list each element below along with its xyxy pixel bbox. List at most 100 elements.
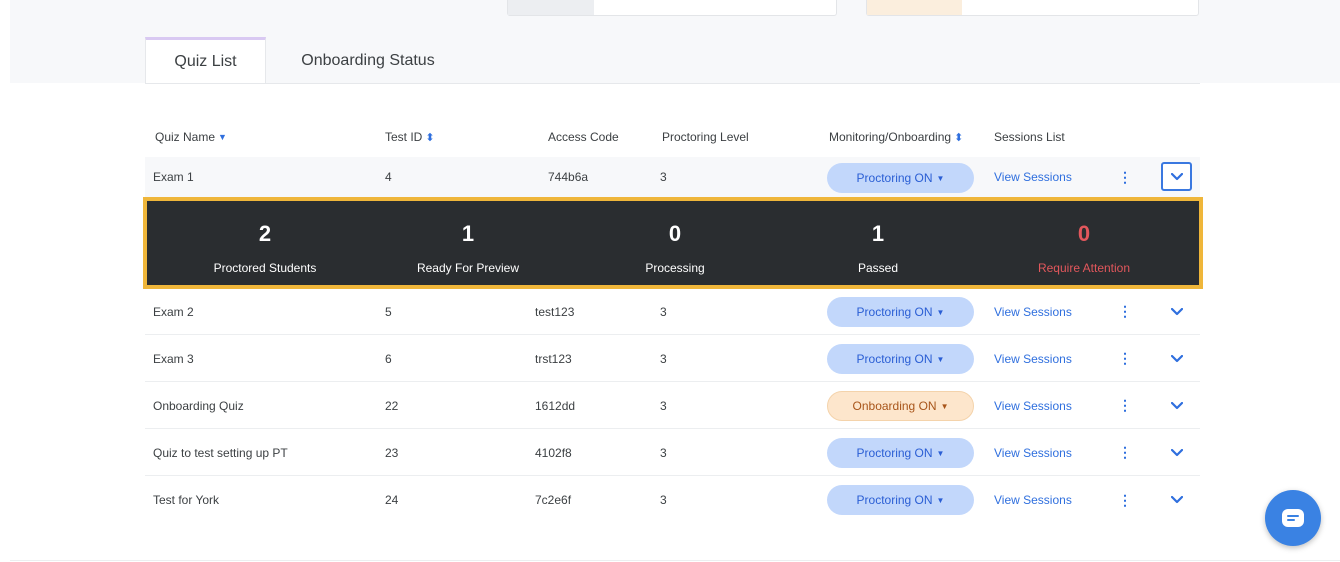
quiz-stats-panel: 2 Proctored Students 1 Ready For Preview… (143, 197, 1203, 289)
status-label: Proctoring ON (856, 493, 933, 507)
more-options-icon[interactable]: ⋮ (1118, 383, 1132, 428)
chevron-down-icon (1171, 307, 1183, 315)
proctoring-status-dropdown[interactable]: Proctoring ON ▼ (827, 344, 974, 374)
onboarding-status-dropdown[interactable]: Onboarding ON ▼ (827, 391, 974, 421)
chat-button[interactable] (1265, 490, 1321, 546)
column-header-label: Test ID (385, 130, 423, 144)
stat-label: Processing (645, 261, 705, 275)
access-code: 7c2e6f (535, 493, 572, 507)
sort-icon: ⬍ (954, 131, 964, 144)
status-label: Onboarding ON (852, 399, 937, 413)
access-code: 744b6a (548, 170, 589, 184)
view-sessions-link[interactable]: View Sessions (994, 289, 1072, 334)
column-header-label: Proctoring Level (662, 130, 749, 144)
column-header-label: Access Code (548, 130, 619, 144)
status-label: Proctoring ON (856, 446, 933, 460)
column-header-sessions: Sessions List (994, 130, 1065, 144)
table-row[interactable]: Test for York 24 7c2e6f 3 Proctoring ON … (145, 477, 1200, 523)
sort-descending-icon: ▼ (218, 132, 227, 142)
column-header-proctoring-level: Proctoring Level (662, 130, 749, 144)
chevron-down-icon (1171, 496, 1183, 504)
table-row[interactable]: Exam 2 5 test123 3 Proctoring ON ▼ View … (145, 289, 1200, 335)
expand-toggle-button[interactable] (1171, 289, 1183, 334)
stat-proctored-students: 2 Proctored Students (165, 201, 365, 285)
view-sessions-link[interactable]: View Sessions (994, 383, 1072, 428)
stat-passed: 1 Passed (778, 201, 978, 285)
expand-toggle-button[interactable] (1171, 383, 1183, 428)
stat-value: 0 (668, 221, 682, 246)
access-code: trst123 (535, 351, 572, 366)
stat-value: 0 (1077, 221, 1091, 246)
stat-processing: 0 Processing (575, 201, 775, 285)
view-sessions-link[interactable]: View Sessions (994, 430, 1072, 475)
proctoring-status-dropdown[interactable]: Proctoring ON ▼ (827, 297, 974, 327)
expand-toggle-button[interactable] (1171, 477, 1183, 523)
expand-toggle-button[interactable] (1161, 162, 1192, 191)
proctoring-level: 3 (660, 445, 667, 460)
quiz-name: Quiz to test setting up PT (153, 445, 288, 460)
chat-icon (1282, 509, 1304, 527)
proctoring-level: 3 (660, 304, 667, 319)
column-header-monitoring[interactable]: Monitoring/Onboarding ⬍ (829, 130, 963, 144)
summary-card-right (866, 0, 1199, 16)
summary-card-right-stripe (867, 0, 962, 15)
more-options-icon[interactable]: ⋮ (1118, 477, 1132, 523)
column-header-access-code: Access Code (548, 130, 619, 144)
caret-down-icon: ▼ (936, 307, 945, 317)
table-row[interactable]: Onboarding Quiz 22 1612dd 3 Onboarding O… (145, 383, 1200, 429)
proctoring-status-dropdown[interactable]: Proctoring ON ▼ (827, 485, 974, 515)
table-row[interactable]: Exam 3 6 trst123 3 Proctoring ON ▼ View … (145, 336, 1200, 382)
access-code: test123 (535, 304, 575, 319)
chevron-down-icon (1171, 354, 1183, 362)
table-row[interactable]: Quiz to test setting up PT 23 4102f8 3 P… (145, 430, 1200, 476)
expand-toggle-button[interactable] (1171, 430, 1183, 475)
caret-down-icon: ▼ (936, 495, 945, 505)
more-options-icon[interactable]: ⋮ (1118, 157, 1132, 197)
test-id: 6 (385, 351, 392, 366)
stat-require-attention: 0 Require Attention (984, 201, 1184, 285)
quiz-name: Exam 3 (153, 351, 194, 366)
stat-value: 1 (871, 221, 885, 246)
chevron-down-icon (1171, 448, 1183, 456)
quiz-name: Exam 1 (153, 170, 194, 184)
proctoring-level: 3 (660, 170, 667, 184)
proctoring-status-dropdown[interactable]: Proctoring ON ▼ (827, 163, 974, 193)
test-id: 4 (385, 170, 392, 184)
tab-quiz-list[interactable]: Quiz List (145, 37, 266, 84)
tab-onboarding-status[interactable]: Onboarding Status (280, 37, 456, 84)
stat-label: Require Attention (1037, 261, 1131, 275)
view-sessions-link[interactable]: View Sessions (994, 336, 1072, 381)
table-row[interactable]: Exam 1 4 744b6a 3 Proctoring ON ▼ View S… (145, 157, 1200, 197)
tab-divider (145, 83, 1200, 84)
sort-icon: ⬍ (425, 131, 435, 144)
expand-toggle-button[interactable] (1171, 336, 1183, 381)
test-id: 22 (385, 398, 399, 413)
status-label: Proctoring ON (856, 352, 933, 366)
stat-label: Proctored Students (213, 261, 317, 275)
access-code: 1612dd (535, 398, 576, 413)
summary-card-left-stripe (508, 0, 594, 15)
stat-value: 1 (461, 221, 475, 246)
more-options-icon[interactable]: ⋮ (1118, 430, 1132, 475)
stat-value: 2 (258, 221, 272, 246)
column-header-label: Quiz Name (155, 130, 216, 144)
status-label: Proctoring ON (856, 305, 933, 319)
quiz-name: Test for York (153, 493, 220, 507)
proctoring-level: 3 (660, 398, 667, 413)
test-id: 23 (385, 445, 399, 460)
test-id: 5 (385, 304, 392, 319)
caret-down-icon: ▼ (940, 401, 949, 411)
quiz-name: Exam 2 (153, 304, 194, 319)
column-header-label: Sessions List (994, 130, 1065, 144)
stat-ready-for-preview: 1 Ready For Preview (368, 201, 568, 285)
more-options-icon[interactable]: ⋮ (1118, 289, 1132, 334)
column-header-test-id[interactable]: Test ID ⬍ (385, 130, 435, 144)
stat-label: Passed (857, 261, 899, 275)
proctoring-level: 3 (660, 351, 667, 366)
view-sessions-link[interactable]: View Sessions (994, 157, 1072, 197)
column-header-quiz-name[interactable]: Quiz Name ▼ (155, 130, 227, 144)
proctoring-status-dropdown[interactable]: Proctoring ON ▼ (827, 438, 974, 468)
test-id: 24 (385, 493, 399, 507)
view-sessions-link[interactable]: View Sessions (994, 477, 1072, 523)
more-options-icon[interactable]: ⋮ (1118, 336, 1132, 381)
